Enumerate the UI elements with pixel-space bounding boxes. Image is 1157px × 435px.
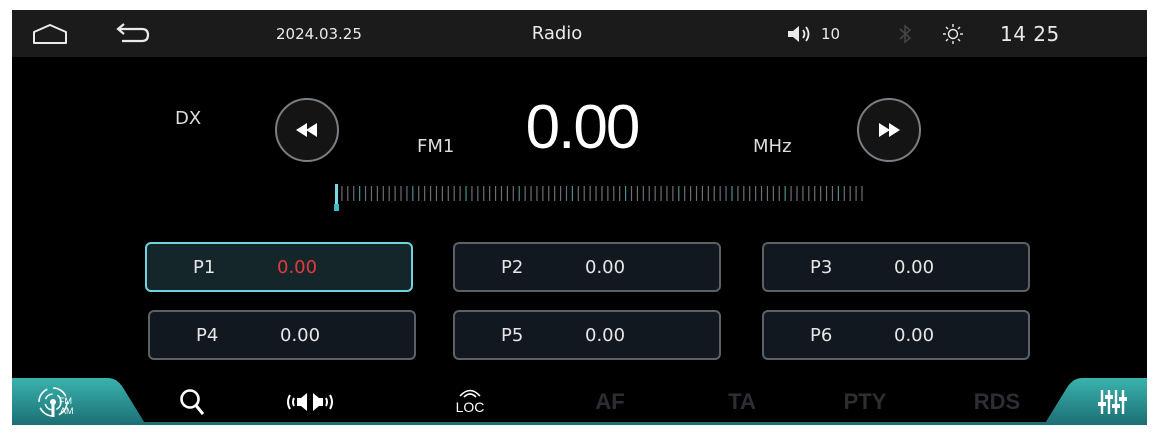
home-button[interactable] <box>32 10 72 57</box>
tuner-indicator-base <box>334 204 339 211</box>
loc-button[interactable]: LOC <box>448 378 492 425</box>
volume-level: 10 <box>821 24 841 43</box>
preset-button-p5[interactable]: P5 0.00 <box>453 310 721 360</box>
volume-indicator[interactable]: 10 <box>787 10 840 57</box>
preset-frequency: 0.00 <box>585 256 626 278</box>
brightness-icon <box>943 23 963 44</box>
fm-am-switch-icon: FM AM <box>38 386 74 417</box>
brightness-button[interactable] <box>942 10 964 57</box>
preset-frequency: 0.00 <box>280 324 321 346</box>
equalizer-icon <box>1098 389 1127 414</box>
date-text: 2024.03.25 <box>276 24 362 43</box>
bottom-toolbar: FM AM LOC AF TA PTY RDS <box>12 378 1147 425</box>
tuner-scale-slider[interactable] <box>332 182 872 214</box>
seek-back-button[interactable] <box>275 98 339 162</box>
preset-label: P1 <box>193 256 216 278</box>
page-title: Radio <box>531 23 583 44</box>
status-bar: 2024.03.25 Radio 10 14 25 <box>12 10 1147 57</box>
fm-am-switch-button[interactable]: FM AM <box>30 378 90 425</box>
preset-button-p1[interactable]: P1 0.00 <box>145 242 413 292</box>
back-icon <box>116 22 150 42</box>
preset-label: P6 <box>810 324 833 346</box>
loc-label: LOC <box>456 399 485 415</box>
preset-frequency: 0.00 <box>585 324 626 346</box>
ta-button[interactable]: TA <box>712 378 772 425</box>
equalizer-button[interactable] <box>1092 378 1132 425</box>
af-button[interactable]: AF <box>580 378 640 425</box>
pty-button[interactable]: PTY <box>830 378 900 425</box>
rewind-icon <box>296 123 317 137</box>
preset-button-p4[interactable]: P4 0.00 <box>148 310 416 360</box>
preset-label: P2 <box>501 256 524 278</box>
preset-frequency: 0.00 <box>277 256 318 278</box>
band-label: FM1 <box>417 136 455 157</box>
loc-icon: LOC <box>456 389 485 415</box>
preset-frequency: 0.00 <box>894 324 935 346</box>
preset-button-p6[interactable]: P6 0.00 <box>762 310 1030 360</box>
seek-forward-button[interactable] <box>857 98 921 162</box>
preset-label: P5 <box>501 324 524 346</box>
home-icon <box>33 23 67 44</box>
back-button[interactable] <box>112 10 156 57</box>
preset-button-p3[interactable]: P3 0.00 <box>762 242 1030 292</box>
preset-label: P3 <box>810 256 833 278</box>
preset-frequency: 0.00 <box>894 256 935 278</box>
fast-forward-icon <box>879 123 900 137</box>
frequency-unit: MHz <box>753 136 792 157</box>
rds-button[interactable]: RDS <box>962 378 1032 425</box>
volume-icon <box>788 25 810 42</box>
fm-label: FM <box>59 396 72 406</box>
stereo-icon <box>287 392 333 411</box>
bluetooth-status <box>898 10 912 57</box>
search-icon <box>180 388 205 415</box>
bluetooth-icon <box>899 23 912 44</box>
dx-mode-label[interactable]: DX <box>175 108 201 129</box>
search-button[interactable] <box>172 378 212 425</box>
tuner-indicator[interactable] <box>335 184 338 205</box>
clock-text: 14 25 <box>1000 21 1060 46</box>
preset-button-p2[interactable]: P2 0.00 <box>453 242 721 292</box>
am-label: AM <box>60 406 74 416</box>
frequency-display: 0.00 <box>525 93 641 162</box>
preset-label: P4 <box>196 324 219 346</box>
stereo-button[interactable] <box>280 378 340 425</box>
radio-screen: 2024.03.25 Radio 10 14 25 DX FM1 0.00 MH… <box>12 10 1147 425</box>
